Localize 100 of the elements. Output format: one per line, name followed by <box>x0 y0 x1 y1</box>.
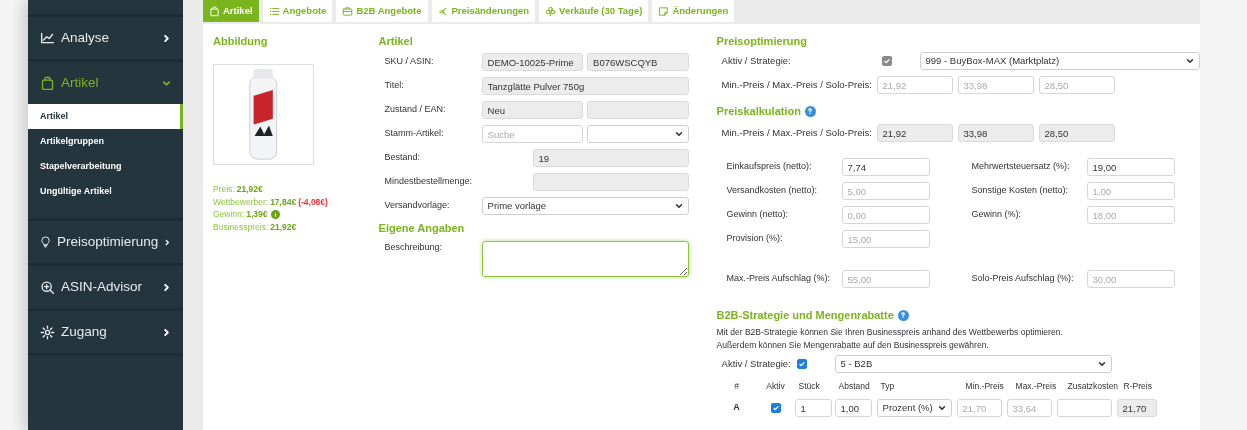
input-field[interactable]: 19 <box>532 149 689 167</box>
column-header: Aktiv <box>765 379 786 393</box>
input-field[interactable] <box>1056 399 1112 417</box>
row-label: A <box>732 401 741 415</box>
input-field[interactable] <box>532 173 689 191</box>
input-field[interactable]: Suche <box>481 125 584 143</box>
input-field[interactable]: 19,00 <box>1086 158 1175 176</box>
input-field[interactable]: DEMO-10025-Prime <box>481 53 584 71</box>
submenu-item[interactable]: Artikel <box>28 104 183 129</box>
field-label: Aktiv / Strategie: <box>720 356 792 371</box>
column-header: # <box>733 379 740 393</box>
checkbox[interactable] <box>770 403 781 413</box>
chevron-right-icon <box>162 282 171 292</box>
price-value: 21,92€ <box>236 183 263 196</box>
help-icon[interactable] <box>804 105 816 117</box>
price-difference: (-4,08€) <box>298 195 328 208</box>
input-field[interactable]: 5,00 <box>841 182 930 200</box>
section-heading: Artikel <box>378 34 414 48</box>
sidebar-item[interactable]: Zugang <box>28 311 183 353</box>
submenu-item[interactable]: Ungültige Artikel <box>28 179 183 204</box>
description-field[interactable] <box>481 241 689 277</box>
field-label: Bestand: <box>383 151 422 165</box>
field-label: Mehrwertsteuersatz (%): <box>970 160 1071 174</box>
briefcase-icon <box>342 5 354 17</box>
note-icon <box>658 5 670 17</box>
lightbulb-icon <box>40 234 52 250</box>
input-field[interactable]: Neu <box>481 101 584 119</box>
bag-icon <box>40 75 55 91</box>
input-field[interactable]: 18,00 <box>1086 206 1175 224</box>
input-field[interactable]: Tanzglätte Pulver 750g <box>481 77 689 95</box>
input-field[interactable]: B076WSCQYB <box>587 53 689 71</box>
input-field[interactable]: 55,00 <box>841 270 930 288</box>
section-heading: Preiskalkulation <box>716 104 801 118</box>
clover-icon <box>545 5 557 17</box>
field-label: Mindestbestellmenge: <box>383 175 474 189</box>
select-field[interactable]: Prime vorlage <box>481 197 689 215</box>
column-header: Min.-Preis <box>964 379 1005 393</box>
price-value: 17,84€ <box>270 195 297 208</box>
chevron-right-icon <box>162 33 171 43</box>
field-label: SKU / ASIN: <box>383 55 435 69</box>
field-label: Beschreibung: <box>383 241 444 254</box>
column-header: R-Preis <box>1122 379 1153 393</box>
select-field[interactable]: Prozent (%) <box>876 399 952 417</box>
input-field[interactable]: 33,98 <box>957 124 1034 142</box>
price-label: Gewinn: <box>213 208 245 221</box>
field-label: Solo-Preis Aufschlag (%): <box>970 272 1075 286</box>
input-field[interactable]: 7,74 <box>841 158 930 176</box>
price-label: Preis: <box>213 183 235 196</box>
input-field[interactable]: 1,00 <box>834 399 872 417</box>
input-field[interactable]: 33,64 <box>1006 399 1052 417</box>
chevron-down-icon <box>674 130 683 138</box>
column-header: Abstand <box>837 379 871 393</box>
price-value: 21,92€ <box>270 220 297 233</box>
input-field[interactable]: 1,00 <box>1086 182 1175 200</box>
field-label: Aktiv / Strategie: <box>720 53 792 68</box>
section-heading: Preisoptimierung <box>716 34 808 48</box>
input-field[interactable]: 28,50 <box>1038 124 1115 142</box>
help-icon[interactable] <box>897 309 909 321</box>
chevron-right-icon <box>164 237 171 247</box>
field-label: Max.-Preis Aufschlag (%): <box>725 272 832 286</box>
checkbox[interactable] <box>796 359 807 369</box>
select-field[interactable] <box>587 125 689 143</box>
field-label: Versandkosten (netto): <box>725 184 819 198</box>
input-field[interactable]: 21,70 <box>1116 399 1157 417</box>
section-heading: Abbildung <box>213 34 269 48</box>
settings-icon <box>40 324 55 340</box>
description-text: Außerdem können Sie Mengenrabatte auf den Businesspreis gewähren. <box>716 339 990 352</box>
price-label: Wettbewerber: <box>213 195 269 208</box>
submenu-item[interactable]: Stapelverarbeitung <box>28 154 183 179</box>
chevron-down-icon <box>937 404 946 412</box>
input-field[interactable]: 15,00 <box>841 230 930 248</box>
sidebar-item[interactable]: ASIN-Advisor <box>28 266 183 308</box>
field-label: Min.-Preis / Max.-Preis / Solo-Preis: <box>720 77 873 92</box>
input-field[interactable]: 21,70 <box>956 399 1002 417</box>
input-field[interactable]: 30,00 <box>1086 270 1175 288</box>
sidebar-item[interactable]: Analyse <box>28 17 183 59</box>
input-field[interactable]: 0,00 <box>841 206 930 224</box>
chevron-down-icon <box>1186 57 1194 65</box>
price-label: Businesspreis: <box>213 220 269 233</box>
column-header: Zusatzkosten <box>1066 379 1118 393</box>
sidebar-item[interactable]: Artikel <box>28 62 183 104</box>
chevron-down-icon <box>1097 360 1106 368</box>
input-field[interactable]: 1 <box>794 399 832 417</box>
sidebar-item[interactable]: Preisoptimierung <box>28 221 183 263</box>
field-label: Einkaufspreis (netto): <box>725 160 813 174</box>
input-field[interactable] <box>587 101 689 119</box>
field-label: Provision (%): <box>725 232 784 246</box>
field-label: Sonstige Kosten (netto): <box>970 184 1070 198</box>
chevron-down-icon <box>162 78 171 88</box>
select-field[interactable]: 5 - B2B <box>834 355 1112 373</box>
field-label: Versandvorlage: <box>383 199 451 213</box>
submenu-item[interactable]: Artikelgruppen <box>28 129 183 154</box>
column-header: Max.-Preis <box>1014 379 1058 393</box>
field-label: Titel: <box>383 79 405 93</box>
input-field[interactable]: 21,92 <box>876 124 953 142</box>
list-icon <box>268 5 280 17</box>
column-header: Stück <box>797 379 821 393</box>
zoom-in-icon <box>40 279 55 295</box>
field-label: Stamm-Artikel: <box>383 127 445 141</box>
section-heading: Eigene Angaben <box>378 221 466 235</box>
